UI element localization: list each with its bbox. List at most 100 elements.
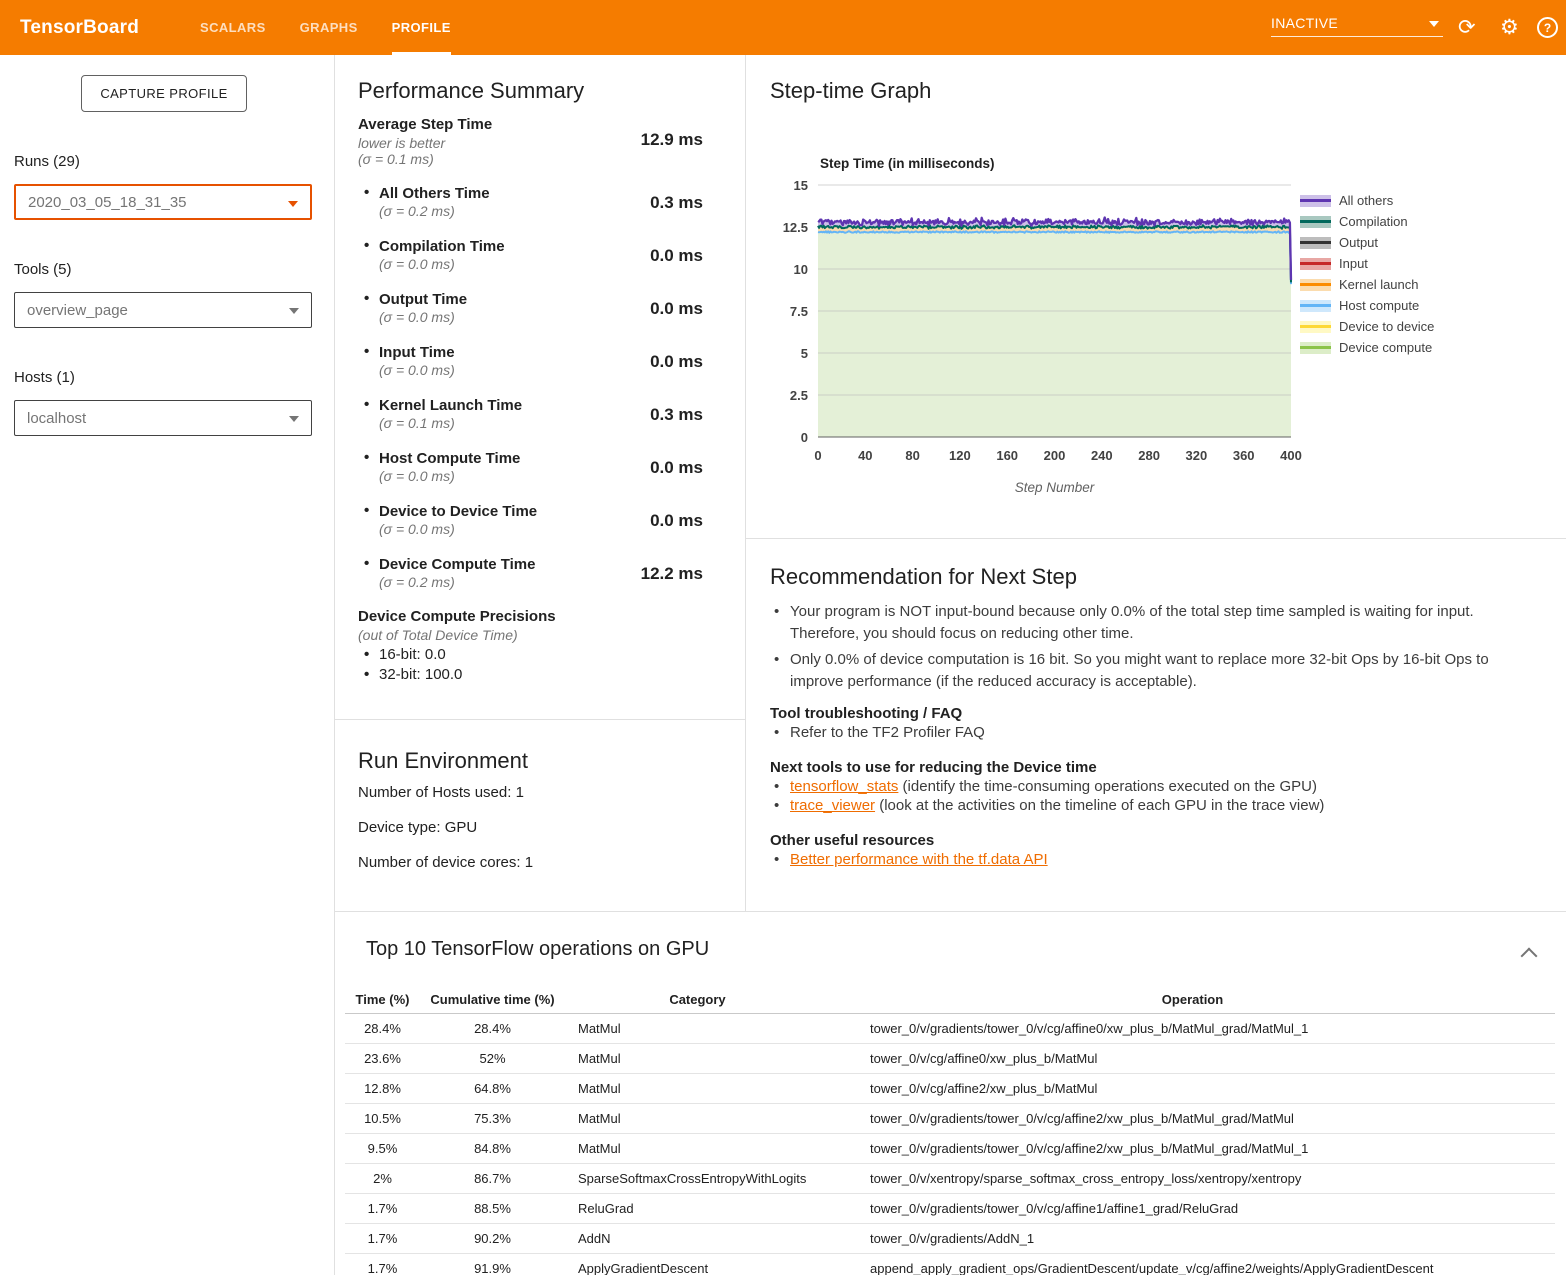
sidebar-divider [334,55,335,1275]
left-column-divider [335,719,745,720]
tensorboard-profile-page: TensorBoard SCALARS GRAPHS PROFILE INACT… [0,0,1566,1275]
legend-swatch-icon [1300,342,1331,354]
bullet-icon: • [364,184,369,201]
legend-item-output[interactable]: Output [1300,232,1434,253]
metric-host-compute-time: • Host Compute Time (σ = 0.0 ms) 0.0 ms [358,450,703,490]
gear-icon[interactable]: ⚙ [1500,0,1519,55]
env-device-type: Device type: GPU [358,819,477,836]
table-row: 28.4% 28.4% MatMul tower_0/v/gradients/t… [345,1014,1555,1044]
table-row: 23.6% 52% MatMul tower_0/v/cg/affine0/xw… [345,1044,1555,1074]
table-row: 12.8% 64.8% MatMul tower_0/v/cg/affine2/… [345,1074,1555,1104]
legend-swatch-icon [1300,258,1331,270]
legend-label: All others [1339,193,1393,208]
x-tick-label: 280 [1138,448,1160,463]
hosts-label: Hosts (1) [14,369,75,386]
device-compute-precisions: Device Compute Precisions (out of Total … [358,608,703,683]
step-time-chart: 02.557.51012.515040801201602002402803203… [770,150,1310,500]
legend-label: Output [1339,235,1378,250]
tab-graphs[interactable]: GRAPHS [300,0,358,55]
legend-swatch-icon [1300,300,1331,312]
bullet-icon: • [364,502,369,519]
legend-line-icon [1300,220,1331,223]
legend-line-icon [1300,325,1331,328]
nav-tabs: SCALARS GRAPHS PROFILE [200,0,451,55]
legend-swatch-icon [1300,216,1331,228]
x-tick-label: 160 [996,448,1018,463]
bullet-icon: • [364,237,369,254]
metric-kernel-launch-time: • Kernel Launch Time (σ = 0.1 ms) 0.3 ms [358,397,703,437]
top-ops-table: Time (%) Cumulative time (%) Category Op… [345,985,1555,1275]
runs-label: Runs (29) [14,153,80,170]
x-tick-label: 120 [949,448,971,463]
chevron-down-icon [289,308,299,314]
x-axis-title: Step Number [1015,480,1095,495]
x-tick-label: 240 [1091,448,1113,463]
trace-viewer-link[interactable]: trace_viewer [790,797,875,814]
x-tick-label: 0 [814,448,821,463]
legend-item-host-compute[interactable]: Host compute [1300,295,1434,316]
bullet-icon: • [364,290,369,307]
x-tick-label: 360 [1233,448,1255,463]
metric-output-time: • Output Time (σ = 0.0 ms) 0.0 ms [358,291,703,331]
column-divider [745,55,746,912]
legend-line-icon [1300,241,1331,244]
other-resource-item: Better performance with the tf.data API [770,851,1550,868]
legend-item-all-others[interactable]: All others [1300,190,1434,211]
table-row: 10.5% 75.3% MatMul tower_0/v/gradients/t… [345,1104,1555,1134]
bottom-section-divider [335,911,1566,912]
metric-value: 12.9 ms [641,130,703,150]
legend-line-icon [1300,199,1331,202]
refresh-icon[interactable]: ⟳ [1458,0,1476,55]
run-environment-title: Run Environment [358,748,528,774]
help-icon[interactable]: ? [1537,0,1558,55]
legend-label: Host compute [1339,298,1419,313]
next-tool-item: trace_viewer (look at the activities on … [770,797,1550,814]
legend-line-icon [1300,346,1331,349]
chart-legend: All others Compilation Output InputKernel l… [1300,190,1434,358]
collapse-chevron-icon[interactable] [1521,948,1538,965]
bullet-icon: • [364,396,369,413]
tools-select[interactable]: overview_page [14,292,312,328]
legend-swatch-icon [1300,321,1331,333]
right-column-divider [746,538,1566,539]
metric-compilation-time: • Compilation Time (σ = 0.0 ms) 0.0 ms [358,238,703,278]
legend-item-device-compute[interactable]: Device compute [1300,337,1434,358]
faq-item: Refer to the TF2 Profiler FAQ [770,724,1550,741]
runs-select[interactable]: 2020_03_05_18_31_35 [14,184,312,220]
bullet-icon: • [364,343,369,360]
bullet-icon: • [364,449,369,466]
other-resources-title: Other useful resources [770,832,934,849]
x-tick-label: 200 [1044,448,1066,463]
tensorflow-stats-link[interactable]: tensorflow_stats [790,778,898,795]
legend-line-icon [1300,304,1331,307]
legend-swatch-icon [1300,195,1331,207]
bullet-icon: • [364,555,369,572]
x-tick-label: 320 [1186,448,1208,463]
status-select[interactable]: INACTIVE [1271,10,1443,37]
legend-label: Compilation [1339,214,1408,229]
legend-item-kernel-launch[interactable]: Kernel launch [1300,274,1434,295]
metric-input-time: • Input Time (σ = 0.0 ms) 0.0 ms [358,344,703,384]
hosts-select[interactable]: localhost [14,400,312,436]
table-row: 1.7% 88.5% ReluGrad tower_0/v/gradients/… [345,1194,1555,1224]
table-row: 2% 86.7% SparseSoftmaxCrossEntropyWithLo… [345,1164,1555,1194]
legend-swatch-icon [1300,279,1331,291]
env-device-cores: Number of device cores: 1 [358,854,533,871]
average-step-time: Average Step Time lower is better (σ = 0… [358,116,703,167]
tab-profile[interactable]: PROFILE [392,0,451,55]
recommendation-title: Recommendation for Next Step [770,564,1077,590]
legend-item-device-to-device[interactable]: Device to device [1300,316,1434,337]
legend-label: Device to device [1339,319,1434,334]
y-tick-label: 7.5 [790,304,808,319]
device-compute-area [818,231,1291,437]
tfdata-performance-link[interactable]: Better performance with the tf.data API [790,851,1048,868]
app-logo: TensorBoard [20,0,139,55]
legend-item-input[interactable]: Input [1300,253,1434,274]
capture-profile-button[interactable]: CAPTURE PROFILE [81,75,247,112]
legend-swatch-icon [1300,237,1331,249]
metric-device-compute-time: • Device Compute Time (σ = 0.2 ms) 12.2 … [358,556,703,596]
runs-select-value: 2020_03_05_18_31_35 [28,194,187,211]
chevron-down-icon [288,201,298,207]
tab-scalars[interactable]: SCALARS [200,0,266,55]
legend-item-compilation[interactable]: Compilation [1300,211,1434,232]
